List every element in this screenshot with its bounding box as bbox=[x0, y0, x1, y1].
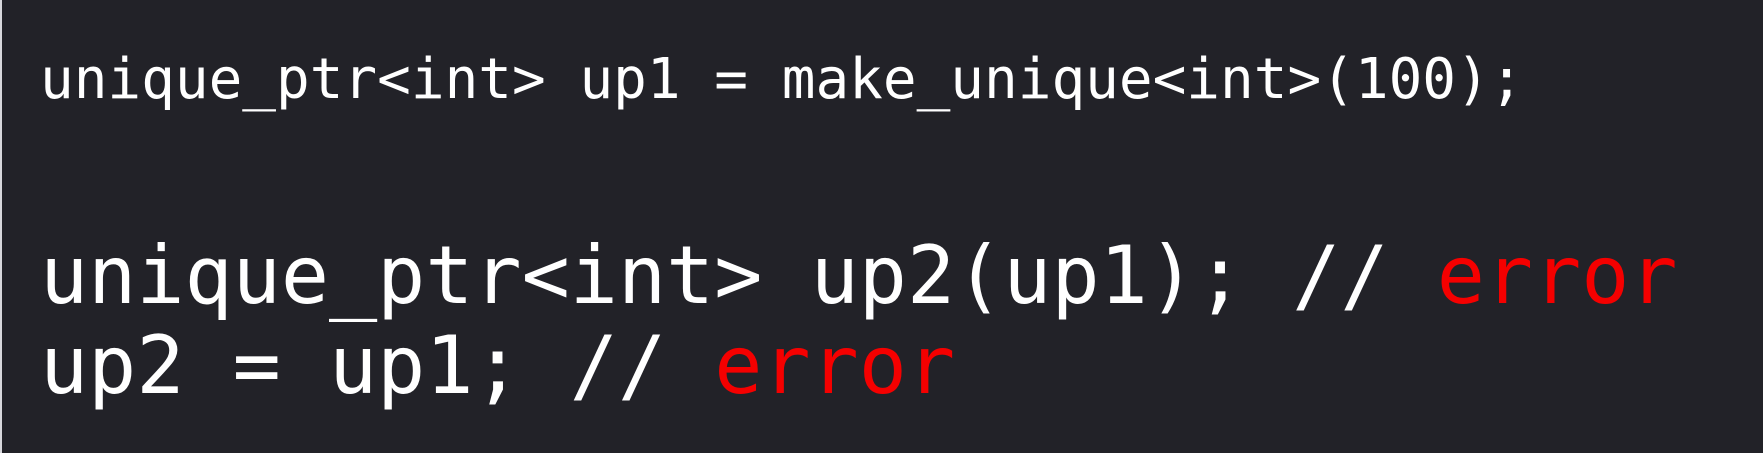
code-text: unique_ptr<int> up2(up1); // bbox=[40, 229, 1437, 322]
code-slide: unique_ptr<int> up1 = make_unique<int>(1… bbox=[0, 0, 1763, 453]
error-comment: error bbox=[1436, 229, 1678, 322]
error-comment: error bbox=[714, 319, 956, 412]
code-text: unique_ptr<int> up1 = make_unique<int>(1… bbox=[40, 47, 1524, 112]
left-edge-divider bbox=[0, 0, 2, 453]
code-line-copy-construct: unique_ptr<int> up2(up1); // error bbox=[40, 236, 1678, 316]
code-line-make-unique: unique_ptr<int> up1 = make_unique<int>(1… bbox=[40, 52, 1523, 108]
code-line-copy-assign: up2 = up1; // error bbox=[40, 326, 955, 406]
code-text: up2 = up1; // bbox=[40, 319, 715, 412]
